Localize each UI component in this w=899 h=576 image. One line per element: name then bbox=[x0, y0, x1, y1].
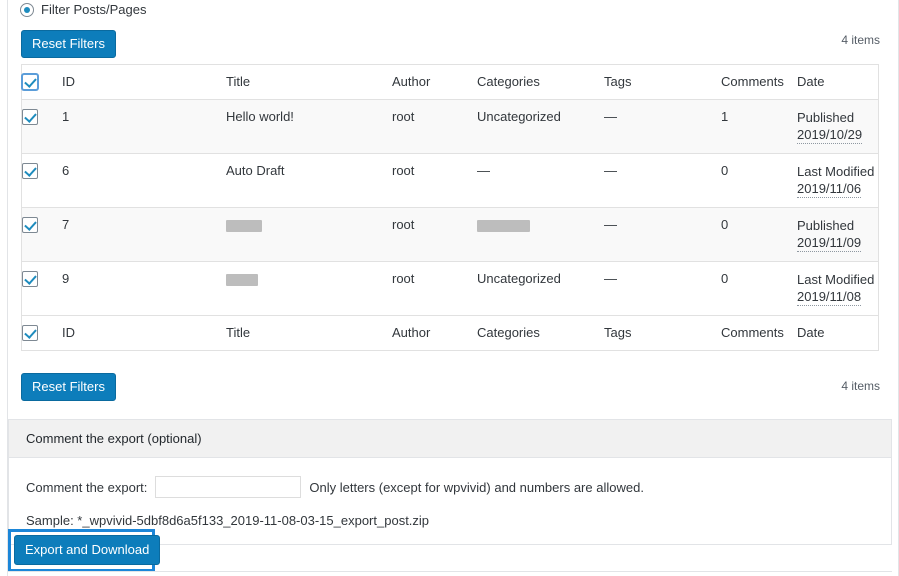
comment-export-label: Comment the export: bbox=[26, 479, 148, 495]
cell-tags: — bbox=[604, 217, 617, 232]
cell-categories: Uncategorized bbox=[477, 109, 561, 124]
row-checkbox[interactable] bbox=[22, 271, 38, 287]
date-status: Last Modified bbox=[797, 164, 875, 179]
column-footer-date[interactable]: Date bbox=[797, 315, 878, 350]
column-footer-id[interactable]: ID bbox=[62, 315, 226, 350]
table-row: 1 Hello world! root Uncategorized — 1 Publishe… bbox=[22, 99, 878, 154]
select-all-checkbox-top[interactable] bbox=[22, 74, 38, 90]
cell-title: Auto Draft bbox=[226, 163, 285, 178]
comment-export-panel-header: Comment the export (optional) bbox=[9, 420, 891, 458]
column-header-date[interactable]: Date bbox=[797, 65, 878, 100]
date-value: 2019/11/09 bbox=[797, 235, 862, 252]
cell-title bbox=[226, 262, 392, 316]
redacted-title bbox=[226, 273, 258, 286]
export-posts-pages-screen: Filter Posts/Pages Reset Filters 4 items… bbox=[0, 0, 899, 576]
comment-export-input[interactable] bbox=[155, 476, 302, 498]
cell-author: root bbox=[392, 271, 415, 286]
table-header: ID Title Author Categories Tags Comments… bbox=[22, 65, 878, 100]
column-header-tags[interactable]: Tags bbox=[604, 65, 721, 100]
items-count-bottom: 4 items bbox=[841, 379, 880, 393]
redacted-title bbox=[226, 219, 262, 232]
date-status: Published bbox=[797, 218, 855, 233]
cell-comments: 0 bbox=[721, 271, 729, 286]
comment-export-sample: Sample: *_wpvivid-5dbf8d6a5f133_2019-11-… bbox=[26, 513, 430, 528]
row-checkbox[interactable] bbox=[22, 163, 38, 179]
filter-posts-pages-label: Filter Posts/Pages bbox=[41, 2, 147, 17]
cell-title: Hello world! bbox=[226, 109, 294, 124]
cell-comments: 1 bbox=[721, 109, 729, 124]
column-footer-tags[interactable]: Tags bbox=[604, 315, 721, 350]
table-row: 9 root Uncategorized — 0 Last Modified 2019/11… bbox=[22, 262, 878, 316]
row-checkbox[interactable] bbox=[22, 217, 38, 233]
cell-categories: Uncategorized bbox=[477, 271, 561, 286]
table-footer: ID Title Author Categories Tags Comments… bbox=[22, 315, 878, 350]
table-body: 1 Hello world! root Uncategorized — 1 Publishe… bbox=[22, 99, 878, 316]
column-header-title[interactable]: Title bbox=[226, 65, 392, 100]
column-header-categories[interactable]: Categories bbox=[477, 65, 604, 100]
cell-comments: 0 bbox=[721, 217, 729, 232]
filter-posts-pages-option[interactable]: Filter Posts/Pages bbox=[20, 3, 147, 17]
cell-id: 9 bbox=[62, 271, 70, 286]
date-status: Published bbox=[797, 110, 855, 125]
column-header-id[interactable]: ID bbox=[62, 65, 226, 100]
cell-date: Published 2019/10/29 bbox=[797, 100, 878, 154]
cell-id: 1 bbox=[62, 109, 70, 124]
select-all-footer-cell bbox=[22, 315, 62, 350]
cell-tags: — bbox=[604, 163, 617, 178]
cell-date: Last Modified 2019/11/08 bbox=[797, 262, 878, 316]
column-footer-categories[interactable]: Categories bbox=[477, 315, 604, 350]
cell-categories bbox=[477, 208, 604, 262]
panel-bottom-divider bbox=[8, 571, 892, 572]
row-checkbox[interactable] bbox=[22, 109, 38, 125]
row-select-cell bbox=[22, 262, 62, 316]
cell-title bbox=[226, 208, 392, 262]
date-value: 2019/10/29 bbox=[797, 127, 863, 144]
table-header-row: ID Title Author Categories Tags Comments… bbox=[22, 65, 878, 100]
row-select-cell bbox=[22, 208, 62, 262]
date-value: 2019/11/08 bbox=[797, 289, 862, 306]
column-header-comments[interactable]: Comments bbox=[721, 65, 797, 100]
radio-selected-icon[interactable] bbox=[20, 3, 34, 17]
column-footer-comments[interactable]: Comments bbox=[721, 315, 797, 350]
comment-export-panel: Comment the export (optional) Comment th… bbox=[8, 419, 892, 545]
cell-comments: 0 bbox=[721, 163, 729, 178]
cell-categories: — bbox=[477, 163, 490, 178]
posts-table: ID Title Author Categories Tags Comments… bbox=[21, 64, 879, 351]
row-select-cell bbox=[22, 100, 62, 154]
column-footer-title[interactable]: Title bbox=[226, 315, 392, 350]
cell-author: root bbox=[392, 109, 415, 124]
select-all-header-cell bbox=[22, 65, 62, 100]
comment-export-hint: Only letters (except for wpvivid) and nu… bbox=[309, 479, 644, 495]
cell-tags: — bbox=[604, 271, 617, 286]
table-row: 6 Auto Draft root — — 0 Last Modified 2019/11/0… bbox=[22, 154, 878, 208]
export-and-download-button[interactable]: Export and Download bbox=[14, 535, 161, 565]
column-footer-author[interactable]: Author bbox=[392, 315, 477, 350]
column-header-author[interactable]: Author bbox=[392, 65, 477, 100]
reset-filters-button-top[interactable]: Reset Filters bbox=[21, 30, 116, 58]
cell-date: Last Modified 2019/11/06 bbox=[797, 154, 878, 208]
cell-id: 7 bbox=[62, 217, 70, 232]
row-select-cell bbox=[22, 154, 62, 208]
date-status: Last Modified bbox=[797, 272, 875, 287]
cell-author: root bbox=[392, 217, 415, 232]
cell-tags: — bbox=[604, 109, 617, 124]
table-footer-row: ID Title Author Categories Tags Comments… bbox=[22, 315, 878, 350]
comment-export-field-row: Comment the export: Only letters (except… bbox=[26, 476, 891, 498]
select-all-checkbox-bottom[interactable] bbox=[22, 325, 38, 341]
redacted-categories bbox=[477, 219, 530, 232]
cell-id: 6 bbox=[62, 163, 70, 178]
cell-author: root bbox=[392, 163, 415, 178]
items-count-top: 4 items bbox=[841, 33, 880, 47]
reset-filters-button-bottom[interactable]: Reset Filters bbox=[21, 373, 116, 401]
cell-date: Published 2019/11/09 bbox=[797, 208, 878, 262]
table-row: 7 root — 0 Published 2019/11/09 bbox=[22, 207, 878, 262]
date-value: 2019/11/06 bbox=[797, 181, 862, 198]
